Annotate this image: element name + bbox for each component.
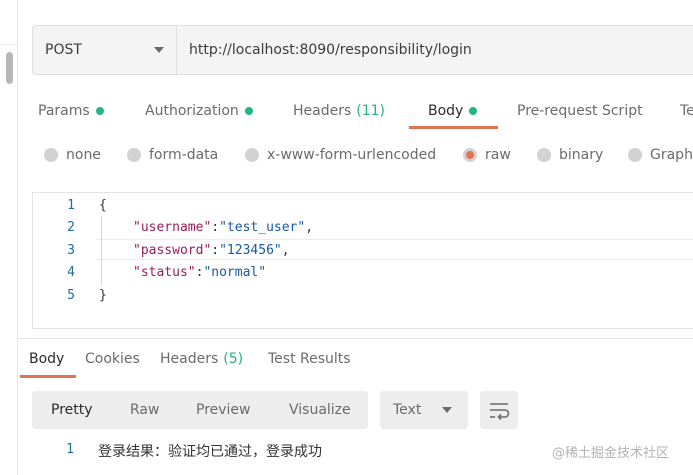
format-label: Text bbox=[393, 402, 422, 418]
chevron-down-icon bbox=[442, 407, 452, 413]
watermark: @稀土掘金技术社区 bbox=[552, 446, 670, 461]
tab-label: Body bbox=[428, 103, 464, 119]
response-tab-headers[interactable]: Headers (5) bbox=[160, 346, 243, 372]
response-divider bbox=[18, 338, 693, 339]
view-visualize-button[interactable]: Visualize bbox=[289, 391, 351, 429]
line-number: 1 bbox=[66, 442, 74, 457]
tab-params[interactable]: Params bbox=[38, 96, 104, 126]
method-label: POST bbox=[45, 42, 82, 58]
body-mode-radios: none form-data x-www-form-urlencoded raw… bbox=[0, 142, 693, 168]
scrollbar-thumb[interactable] bbox=[6, 52, 13, 84]
json-value: "normal" bbox=[203, 265, 267, 280]
radio-none[interactable]: none bbox=[44, 142, 101, 168]
tab-label: Authorization bbox=[145, 103, 239, 119]
radio-label: Graph bbox=[650, 147, 693, 163]
status-dot-icon bbox=[244, 107, 253, 115]
view-preview-button[interactable]: Preview bbox=[196, 391, 251, 429]
code-line: "username":"test_user", bbox=[133, 220, 313, 235]
response-tab-cookies[interactable]: Cookies bbox=[85, 346, 140, 372]
rail-divider bbox=[0, 44, 18, 45]
line-number: 5 bbox=[67, 288, 75, 303]
code-line: "status":"normal" bbox=[133, 265, 266, 280]
method-select[interactable]: POST bbox=[33, 26, 177, 74]
json-key: "status" bbox=[133, 265, 196, 280]
json-value: "test_user" bbox=[219, 220, 306, 235]
headers-count: (11) bbox=[356, 103, 386, 119]
line-number: 2 bbox=[67, 220, 75, 235]
line-gutter: 1 2 3 4 5 bbox=[33, 193, 93, 328]
open-brace: { bbox=[99, 198, 107, 213]
wrap-lines-button[interactable] bbox=[480, 391, 518, 429]
code-line: } bbox=[99, 288, 107, 303]
tab-label: Cookies bbox=[85, 351, 140, 367]
radio-label: binary bbox=[559, 147, 604, 163]
radio-circle-icon bbox=[245, 148, 259, 162]
radio-label: none bbox=[66, 147, 101, 163]
wrap-lines-icon bbox=[490, 403, 510, 421]
tab-label: Pre-request Script bbox=[517, 103, 643, 119]
tab-label: Headers bbox=[160, 351, 219, 367]
tab-authorization[interactable]: Authorization bbox=[145, 96, 253, 126]
tab-label: Params bbox=[38, 103, 90, 119]
tab-tests[interactable]: Te bbox=[680, 96, 693, 126]
radio-circle-icon bbox=[628, 148, 642, 162]
radio-form-data[interactable]: form-data bbox=[127, 142, 218, 168]
tab-label: Body bbox=[29, 351, 65, 367]
request-tabs: Params Authorization Headers (11) Body Pr… bbox=[0, 96, 693, 130]
format-select[interactable]: Text bbox=[380, 391, 468, 429]
left-rail bbox=[0, 0, 18, 475]
json-key: "username" bbox=[133, 220, 212, 235]
active-tab-indicator bbox=[409, 126, 498, 129]
radio-label: form-data bbox=[149, 147, 219, 163]
request-body-editor[interactable]: 1 2 3 4 5 { "username":"test_user", "pas… bbox=[32, 192, 693, 329]
headers-count: (5) bbox=[223, 351, 244, 367]
view-mode-group: Pretty Raw Preview Visualize bbox=[32, 391, 368, 429]
line-number: 1 bbox=[67, 198, 75, 213]
response-body-text: 登录结果：验证均已通过，登录成功 bbox=[98, 444, 322, 460]
line-number: 4 bbox=[67, 265, 75, 280]
radio-circle-icon bbox=[127, 148, 141, 162]
chevron-down-icon bbox=[154, 47, 164, 53]
radio-selected-icon bbox=[463, 148, 477, 162]
radio-circle-icon bbox=[44, 148, 58, 162]
response-tab-body[interactable]: Body bbox=[29, 346, 64, 372]
current-line-highlight bbox=[96, 239, 693, 260]
tab-pre-request-script[interactable]: Pre-request Script bbox=[517, 96, 643, 126]
view-raw-button[interactable]: Raw bbox=[130, 391, 159, 429]
radio-label: raw bbox=[485, 147, 511, 163]
code-line: { bbox=[99, 198, 107, 213]
json-colon: : bbox=[211, 220, 220, 235]
radio-graphql[interactable]: Graph bbox=[628, 142, 693, 168]
url-bar: POST http://localhost:8090/responsibilit… bbox=[32, 25, 693, 75]
line-number: 3 bbox=[67, 243, 75, 258]
radio-binary[interactable]: binary bbox=[537, 142, 603, 168]
url-input[interactable]: http://localhost:8090/responsibility/log… bbox=[189, 26, 472, 74]
tab-headers[interactable]: Headers (11) bbox=[293, 96, 385, 126]
status-dot-icon bbox=[95, 107, 104, 115]
close-brace: } bbox=[99, 288, 107, 303]
tab-body[interactable]: Body bbox=[428, 96, 478, 126]
tab-label: Test Results bbox=[268, 351, 351, 367]
status-dot-icon bbox=[469, 107, 478, 115]
radio-x-www-form-urlencoded[interactable]: x-www-form-urlencoded bbox=[245, 142, 436, 168]
radio-label: x-www-form-urlencoded bbox=[267, 147, 437, 163]
radio-circle-icon bbox=[537, 148, 551, 162]
tab-label: Te bbox=[680, 103, 693, 119]
json-comma: , bbox=[305, 220, 314, 235]
indent-guide bbox=[101, 216, 102, 286]
response-tab-test-results[interactable]: Test Results bbox=[268, 346, 351, 372]
active-response-tab-indicator bbox=[20, 375, 76, 378]
radio-raw[interactable]: raw bbox=[463, 142, 511, 168]
view-pretty-button[interactable]: Pretty bbox=[51, 391, 93, 429]
tab-label: Headers bbox=[293, 103, 352, 119]
response-tabs: Body Cookies Headers (5) Test Results bbox=[0, 346, 693, 376]
